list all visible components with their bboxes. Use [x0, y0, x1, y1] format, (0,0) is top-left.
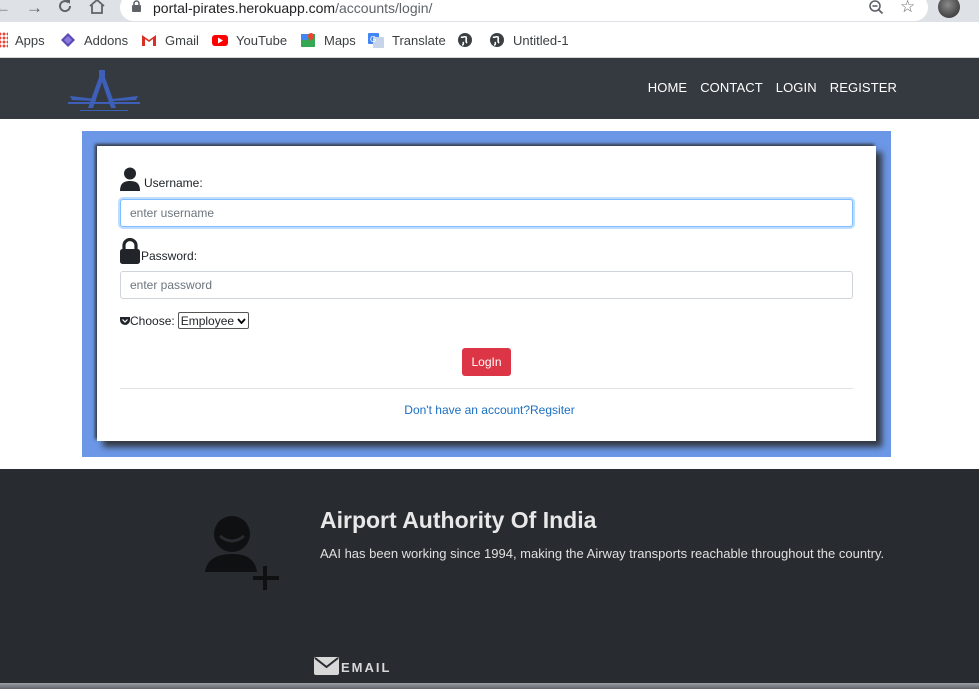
- apps-grid-icon: [0, 32, 8, 48]
- bookmark-label: Gmail: [165, 32, 199, 48]
- bookmark-apps[interactable]: Apps: [0, 31, 45, 49]
- taskbar: [0, 683, 979, 689]
- bookmark-label: Apps: [15, 32, 45, 48]
- browser-toolbar: ← → portal-pirates.herokuapp.com/account…: [0, 0, 979, 22]
- bookmark-label: Addons: [84, 32, 129, 48]
- url-host: portal-pirates.herokuapp.com: [153, 0, 336, 16]
- lock-icon: [120, 238, 140, 264]
- maps-icon: [301, 33, 315, 47]
- nav-contact[interactable]: CONTACT: [700, 80, 763, 95]
- footer: [0, 469, 979, 689]
- url-text[interactable]: portal-pirates.herokuapp.com/accounts/lo…: [153, 0, 432, 16]
- email-row: EMAIL: [314, 657, 391, 675]
- nav-home[interactable]: HOME: [648, 80, 687, 95]
- translate-icon: G: [368, 33, 384, 48]
- gmail-icon: [142, 35, 156, 46]
- nav-links: HOME CONTACT LOGIN REGISTER: [648, 80, 897, 95]
- zoom-out-icon[interactable]: [868, 0, 884, 16]
- profile-avatar[interactable]: [938, 0, 960, 18]
- lock-icon: [132, 0, 141, 12]
- username-label-row: Username:: [119, 167, 203, 191]
- bookmark-youtube[interactable]: YouTube: [212, 31, 287, 49]
- password-label: Password:: [141, 249, 198, 263]
- bookmark-untitled[interactable]: Untitled-1: [489, 31, 569, 49]
- password-input[interactable]: [120, 271, 853, 299]
- pocket-icon: [120, 316, 130, 325]
- form-divider: [120, 388, 853, 389]
- bookmark-label: Maps: [324, 32, 356, 48]
- home-icon[interactable]: [88, 0, 106, 14]
- forward-icon[interactable]: →: [26, 0, 43, 18]
- bookmarks-bar: Apps Addons Gmail YouTube Maps G Transla…: [0, 22, 979, 58]
- addons-icon: [61, 33, 75, 47]
- site-navbar: HOME CONTACT LOGIN REGISTER: [0, 58, 979, 119]
- bookmark-label: Translate: [392, 32, 446, 48]
- register-link[interactable]: Don't have an account?Regsiter: [0, 403, 979, 417]
- choose-row: Choose: Employee: [120, 312, 250, 329]
- back-icon[interactable]: ←: [0, 0, 11, 18]
- role-select-value: Employee: [180, 313, 235, 328]
- svg-text:G: G: [370, 35, 376, 44]
- username-input[interactable]: [120, 199, 853, 227]
- user-icon: [120, 167, 140, 191]
- role-select[interactable]: Employee: [177, 312, 250, 329]
- add-user-icon: [205, 516, 279, 590]
- chevron-down-icon: [237, 317, 246, 324]
- bookmark-globe[interactable]: [457, 31, 481, 49]
- url-path: /accounts/login/: [335, 0, 433, 16]
- bookmark-label: Untitled-1: [513, 32, 569, 48]
- globe-icon: [458, 33, 472, 47]
- login-button[interactable]: LogIn: [462, 348, 511, 376]
- email-label: EMAIL: [341, 660, 392, 675]
- nav-register[interactable]: REGISTER: [830, 80, 897, 95]
- envelope-icon: [314, 657, 339, 675]
- reload-icon[interactable]: [57, 0, 73, 14]
- nav-login[interactable]: LOGIN: [776, 80, 817, 95]
- username-label: Username:: [144, 176, 203, 190]
- bookmark-label: YouTube: [236, 32, 288, 48]
- choose-label: Choose:: [130, 313, 175, 328]
- password-label-row: Password:: [119, 238, 197, 264]
- bookmark-maps[interactable]: Maps: [300, 31, 356, 49]
- youtube-icon: [212, 35, 228, 46]
- bookmark-addons[interactable]: Addons: [60, 31, 128, 49]
- footer-description: AAI has been working since 1994, making …: [320, 546, 885, 561]
- bookmark-gmail[interactable]: Gmail: [141, 31, 199, 49]
- bookmark-translate[interactable]: G Translate: [368, 31, 446, 49]
- aai-logo[interactable]: [66, 66, 142, 112]
- footer-title: Airport Authority Of India: [320, 507, 597, 533]
- globe-icon: [490, 33, 504, 47]
- bookmark-star-icon[interactable]: ☆: [900, 0, 915, 15]
